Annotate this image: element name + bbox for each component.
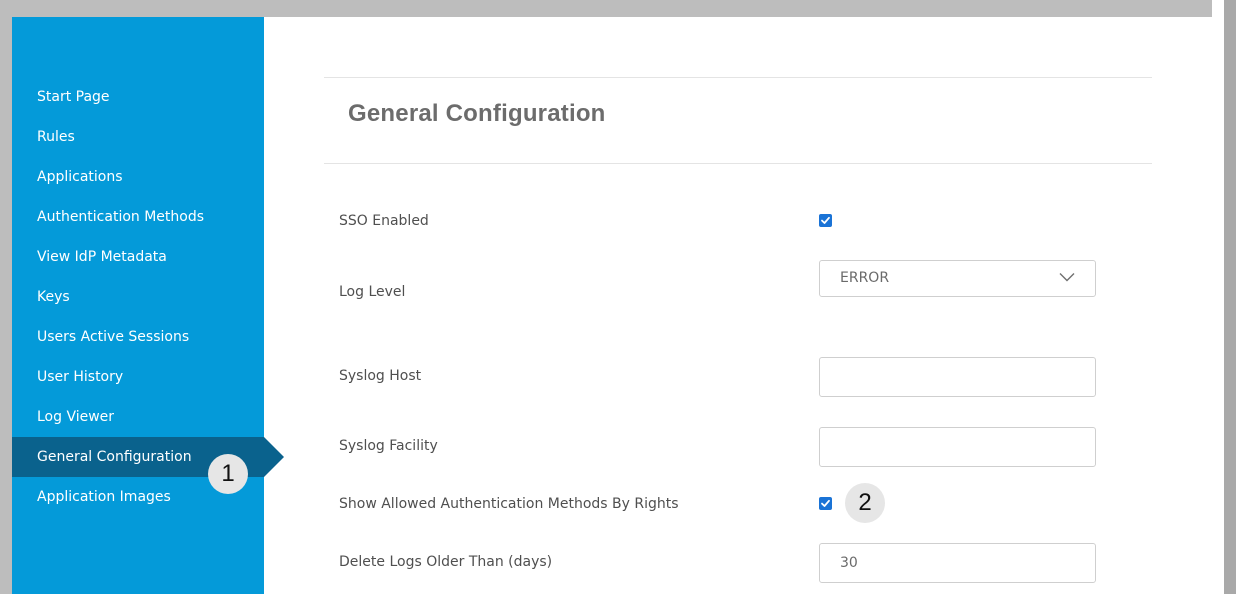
scrollbar[interactable] [1212, 0, 1224, 594]
sidebar-item-view-idp-metadata[interactable]: View IdP Metadata [12, 237, 264, 277]
page-title: General Configuration [348, 100, 606, 127]
sidebar-item-start-page[interactable]: Start Page [12, 77, 264, 117]
checkmark-icon [821, 216, 830, 224]
syslog-host-input[interactable] [819, 357, 1096, 397]
sidebar-item-user-history[interactable]: User History [12, 357, 264, 397]
sidebar-item-label: View IdP Metadata [37, 249, 167, 265]
sidebar-nav: Start Page Rules Applications Authentica… [12, 17, 264, 594]
show-allowed-methods-label: Show Allowed Authentication Methods By R… [339, 496, 679, 512]
callout-badge-1: 1 [208, 454, 248, 494]
log-level-label: Log Level [339, 284, 406, 300]
sidebar-item-applications[interactable]: Applications [12, 157, 264, 197]
sidebar-item-label: Applications [37, 169, 123, 185]
checkmark-icon [821, 499, 830, 507]
syslog-facility-input[interactable] [819, 427, 1096, 467]
sidebar-item-label: User History [37, 369, 124, 385]
sidebar-item-label: Start Page [37, 89, 110, 105]
callout-badge-2: 2 [845, 483, 885, 523]
syslog-host-label: Syslog Host [339, 368, 422, 384]
sidebar-item-label: Users Active Sessions [37, 329, 190, 345]
divider [324, 77, 1152, 78]
delete-logs-label: Delete Logs Older Than (days) [339, 554, 553, 570]
sidebar-item-label: Authentication Methods [37, 209, 205, 225]
sidebar-item-label: Rules [37, 129, 75, 145]
delete-logs-input[interactable]: 30 [819, 543, 1096, 583]
main-content: General Configuration SSO Enabled Log Le… [264, 17, 1212, 594]
chevron-down-icon [1059, 273, 1075, 282]
show-allowed-methods-checkbox[interactable] [819, 497, 832, 510]
app-window: Start Page Rules Applications Authentica… [12, 17, 1212, 594]
log-level-select[interactable]: ERROR [819, 260, 1096, 297]
sidebar-item-log-viewer[interactable]: Log Viewer [12, 397, 264, 437]
sidebar-item-label: General Configuration [37, 449, 192, 465]
syslog-facility-label: Syslog Facility [339, 438, 438, 454]
log-level-selected-value: ERROR [840, 270, 890, 286]
sidebar-item-authentication-methods[interactable]: Authentication Methods [12, 197, 264, 237]
sidebar-item-label: Log Viewer [37, 409, 115, 425]
sidebar-item-label: Keys [37, 289, 70, 305]
divider [324, 163, 1152, 164]
sidebar-item-keys[interactable]: Keys [12, 277, 264, 317]
sidebar-item-users-active-sessions[interactable]: Users Active Sessions [12, 317, 264, 357]
sidebar-item-rules[interactable]: Rules [12, 117, 264, 157]
sso-enabled-label: SSO Enabled [339, 213, 429, 229]
sidebar-item-label: Application Images [37, 489, 171, 505]
sso-enabled-checkbox[interactable] [819, 214, 832, 227]
window-edge [1224, 0, 1236, 594]
